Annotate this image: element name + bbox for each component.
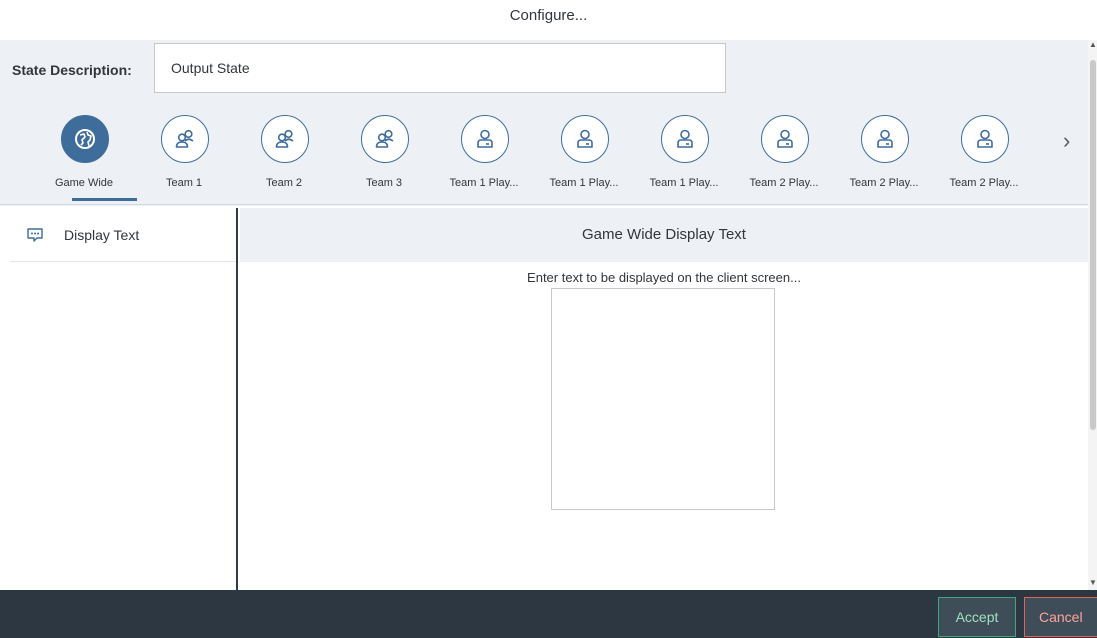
- tab-team-1-player-a[interactable]: Team 1 Play...: [434, 110, 534, 206]
- scrollbar-thumb[interactable]: [1090, 60, 1096, 430]
- tab-game-wide[interactable]: Game Wide: [34, 110, 137, 206]
- nav-item-label: Display Text: [64, 227, 140, 243]
- globe-icon: [61, 115, 109, 163]
- tab-team-3[interactable]: Team 3: [334, 110, 434, 206]
- tab-team-1-player-b[interactable]: Team 1 Play...: [534, 110, 634, 206]
- group-icon: [261, 115, 309, 163]
- accept-button[interactable]: Accept: [938, 597, 1016, 637]
- tab-label: Team 1 Play...: [449, 177, 519, 189]
- tab-team-1[interactable]: Team 1: [134, 110, 234, 206]
- scroll-down-icon[interactable]: ▼: [1089, 578, 1097, 587]
- speech-bubble-icon: [27, 228, 43, 242]
- user-icon: [861, 115, 909, 163]
- state-description-input[interactable]: Output State: [154, 43, 726, 93]
- chevron-right-icon[interactable]: ›: [1063, 130, 1070, 152]
- tab-team-2-player-c[interactable]: Team 2 Play...: [934, 110, 1034, 206]
- dialog-title: Configure...: [509, 7, 588, 24]
- user-icon: [961, 115, 1009, 163]
- tab-team-2-player-a[interactable]: Team 2 Play...: [734, 110, 834, 206]
- tab-label: Team 1: [165, 177, 203, 189]
- display-text-prompt: Enter text to be displayed on the client…: [527, 270, 801, 285]
- tab-label: Team 2: [265, 177, 303, 189]
- group-icon: [361, 115, 409, 163]
- tab-selected-indicator: [72, 198, 137, 201]
- tab-label: Team 2 Play...: [749, 177, 819, 189]
- tab-strip-divider: [0, 204, 1088, 205]
- content-header: Game Wide Display Text: [240, 208, 1088, 262]
- scroll-up-icon[interactable]: ▲: [1089, 40, 1097, 49]
- tab-label: Team 2 Play...: [949, 177, 1019, 189]
- group-icon: [161, 115, 209, 163]
- tab-label: Team 3: [365, 177, 403, 189]
- user-icon: [661, 115, 709, 163]
- left-nav: Display Text: [10, 208, 238, 590]
- tab-team-2-player-b[interactable]: Team 2 Play...: [834, 110, 934, 206]
- user-icon: [561, 115, 609, 163]
- dialog-footer: Accept Cancel: [0, 590, 1097, 638]
- tab-label: Team 1 Play...: [549, 177, 619, 189]
- tab-team-2[interactable]: Team 2: [234, 110, 334, 206]
- tab-team-1-player-c[interactable]: Team 1 Play...: [634, 110, 734, 206]
- state-description-label: State Description:: [12, 62, 132, 78]
- tab-label: Game Wide: [54, 177, 114, 189]
- nav-item-display-text[interactable]: Display Text: [10, 208, 236, 262]
- top-panel: State Description: Output State Game Wid…: [0, 40, 1088, 206]
- user-icon: [461, 115, 509, 163]
- display-text-input[interactable]: [551, 288, 775, 510]
- user-icon: [761, 115, 809, 163]
- tab-label: Team 1 Play...: [649, 177, 719, 189]
- cancel-button[interactable]: Cancel: [1024, 597, 1097, 637]
- entity-tab-strip: Game Wide Team 1 Team 2 Team 3 Team 1 Pl…: [0, 110, 1088, 206]
- tab-label: Team 2 Play...: [849, 177, 919, 189]
